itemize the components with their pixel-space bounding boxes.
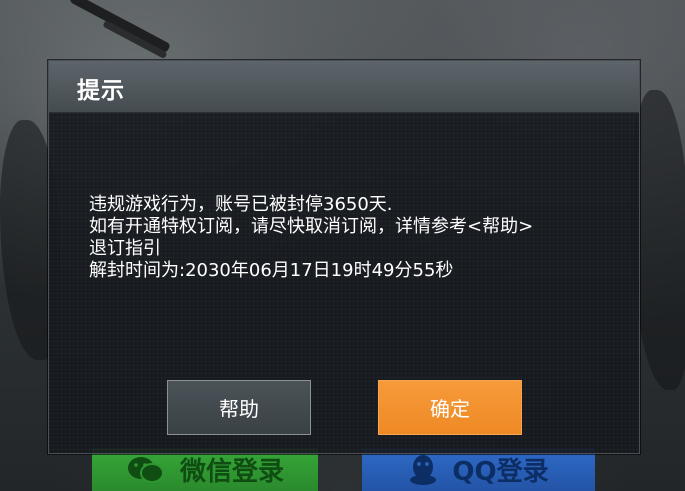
subscription-notice-line: 如有开通特权订阅，请尽快取消订阅，详情参考<帮助> bbox=[89, 216, 534, 237]
help-button[interactable]: 帮助 bbox=[167, 380, 311, 435]
game-login-screen: 微信登录 QQ登录 提示 违规游戏行为，账号已被封停3650天. 如有开通特权订… bbox=[0, 0, 685, 491]
dialog-title: 提示 bbox=[77, 78, 125, 104]
unsubscribe-guide-line: 退订指引 bbox=[89, 238, 161, 259]
ban-notice-dialog: 提示 违规游戏行为，账号已被封停3650天. 如有开通特权订阅，请尽快取消订阅，… bbox=[48, 60, 640, 454]
dialog-header: 提示 bbox=[49, 61, 639, 113]
ban-reason-line: 违规游戏行为，账号已被封停3650天. bbox=[89, 194, 393, 215]
qq-login-button[interactable]: QQ登录 bbox=[362, 448, 595, 491]
wechat-icon bbox=[127, 456, 164, 483]
wechat-login-button[interactable]: 微信登录 bbox=[92, 448, 318, 491]
confirm-button[interactable]: 确定 bbox=[378, 380, 522, 435]
unban-time-line: 解封时间为:2030年06月17日19时49分55秒 bbox=[89, 260, 454, 281]
wechat-login-label: 微信登录 bbox=[179, 457, 284, 487]
qq-login-label: QQ登录 bbox=[452, 457, 549, 487]
dialog-message: 违规游戏行为，账号已被封停3650天. 如有开通特权订阅，请尽快取消订阅，详情参… bbox=[89, 194, 619, 282]
qq-penguin-icon bbox=[410, 454, 437, 485]
